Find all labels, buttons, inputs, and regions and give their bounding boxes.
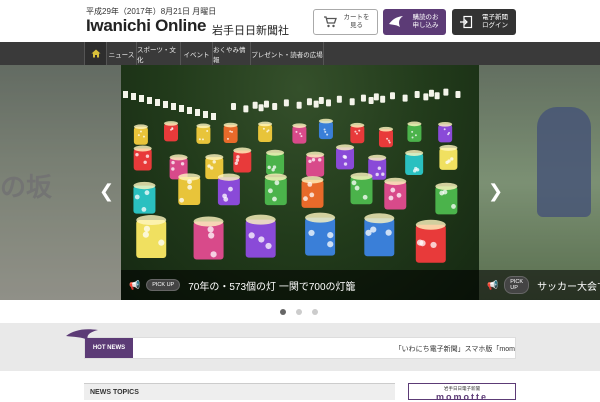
subscribe-label: 購読のお申し込み [412,14,439,29]
momotte-banner[interactable]: 岩手日日電子新聞 momotte [408,383,516,402]
news-topics-header: NEWS TOPICS [84,383,395,400]
lantern-photo [123,88,461,263]
slide-caption-text[interactable]: 70年の・573個の灯 一関で700の灯籠 [188,278,355,293]
home-icon [91,49,100,58]
site-logo-japanese[interactable]: 岩手日日新聞社 [212,22,289,38]
nav-item-events[interactable]: イベント [180,42,212,65]
pickup-tag: PICK UP [146,279,181,291]
slider-dot[interactable] [296,309,302,315]
cart-button[interactable]: カートを見る [313,9,378,35]
momotte-brand: momotte [436,392,488,402]
slider-dot[interactable] [312,309,318,315]
hot-news-label: HOT NEWS [85,338,133,358]
nav-item-obituary[interactable]: おくやみ情報 [212,42,250,65]
slider-dot[interactable] [280,309,286,315]
main-nav: ニュース スポーツ・文化 イベント おくやみ情報 プレゼント・読者の広場 [0,42,600,65]
nav-home[interactable] [84,42,106,65]
site-logo[interactable]: Iwanichi Online [86,16,206,36]
slider-dots [280,309,318,315]
login-icon [458,14,474,30]
cart-label: カートを見る [343,14,370,29]
slider-next-arrow-icon[interactable]: ❯ [488,181,503,202]
slide-next-caption: 📢 PICK UP サッカー大会で熱戦 [479,270,600,300]
hot-news-bird-icon [66,329,98,340]
pickup-slider: の坂 📢 PICK UP 70年の・573個の灯 一関で700の灯籠 📢 PIC… [0,65,600,300]
bird-icon [388,14,404,30]
cart-icon [322,14,338,30]
slide-next-caption-text[interactable]: サッカー大会で熱戦 [537,278,600,293]
login-label: 電子新聞ログイン [482,14,508,29]
nav-item-sports[interactable]: スポーツ・文化 [136,42,180,65]
hot-news-ticker[interactable]: HOT NEWS 「いわにち電子新聞」スマホ版「mom [84,337,516,359]
pickup-tag: PICK UP [504,276,530,294]
site-header: 平成29年（2017年）8月21日 月曜日 Iwanichi Online 岩手… [0,0,600,42]
megaphone-icon: 📢 [487,279,499,290]
login-button[interactable]: 電子新聞ログイン [452,9,516,35]
slide-caption: 📢 PICK UP 70年の・573個の灯 一関で700の灯籠 [121,270,479,300]
megaphone-icon: 📢 [129,279,141,290]
nav-item-present[interactable]: プレゼント・読者の広場 [250,42,324,65]
nav-item-news[interactable]: ニュース [106,42,136,65]
slide-current[interactable]: 📢 PICK UP 70年の・573個の灯 一関で700の灯籠 [121,65,479,300]
hot-news-text[interactable]: 「いわにち電子新聞」スマホ版「mom [395,344,515,354]
subscribe-button[interactable]: 購読のお申し込み [383,9,446,35]
slider-prev-arrow-icon[interactable]: ❮ [99,181,114,202]
